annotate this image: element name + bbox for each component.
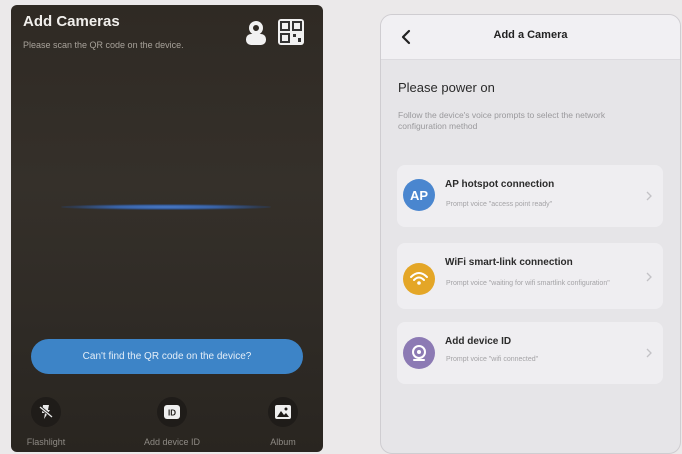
svg-text:ID: ID	[168, 409, 176, 418]
flashlight-off-icon	[31, 397, 61, 427]
device-id-icon	[403, 337, 435, 369]
person-icon[interactable]	[243, 19, 269, 45]
album-button[interactable]: Album	[238, 397, 323, 447]
id-icon: ID	[157, 397, 187, 427]
flashlight-label: Flashlight	[26, 437, 66, 447]
cant-find-qr-button[interactable]: Can't find the QR code on the device?	[31, 339, 303, 374]
scanner-screen: Add Cameras Please scan the QR code on t…	[11, 5, 323, 452]
album-icon	[268, 397, 298, 427]
ap-icon-text: AP	[409, 187, 429, 203]
power-on-description: Follow the device's voice prompts to sel…	[398, 110, 606, 131]
option-title: Add device ID	[445, 336, 512, 347]
page-title: Add Cameras	[23, 13, 120, 30]
chevron-right-icon	[645, 346, 653, 358]
header-bar: Add a Camera	[381, 15, 680, 60]
flashlight-button[interactable]: Flashlight	[11, 397, 91, 447]
chevron-right-icon	[645, 270, 653, 282]
add-device-id-option[interactable]: Add device ID Prompt voice "wifi connect…	[397, 322, 663, 384]
power-on-heading: Please power on	[398, 80, 495, 95]
qr-code-icon[interactable]	[278, 19, 304, 45]
wifi-smartlink-option[interactable]: WiFi smart-link connection Prompt voice …	[397, 243, 663, 309]
ap-hotspot-option[interactable]: AP AP hotspot connection Prompt voice "a…	[397, 165, 663, 227]
option-description: Prompt voice "waiting for wifi smartlink…	[446, 280, 610, 287]
screen-title: Add a Camera	[493, 29, 568, 41]
chevron-right-icon	[645, 189, 653, 201]
add-camera-screen: Add a Camera Please power on Follow the …	[380, 14, 681, 454]
album-label: Album	[270, 437, 296, 447]
wifi-icon	[403, 263, 435, 295]
option-description: Prompt voice "access point ready"	[446, 201, 553, 208]
scan-instruction: Please scan the QR code on the device.	[23, 40, 184, 50]
ap-icon: AP	[403, 179, 435, 211]
add-device-id-label: Add device ID	[143, 437, 201, 447]
option-title: WiFi smart-link connection	[445, 257, 573, 268]
option-description: Prompt voice "wifi connected"	[446, 356, 539, 363]
scan-line	[61, 204, 271, 210]
add-device-id-tool[interactable]: ID Add device ID	[127, 397, 217, 447]
option-title: AP hotspot connection	[445, 179, 555, 190]
